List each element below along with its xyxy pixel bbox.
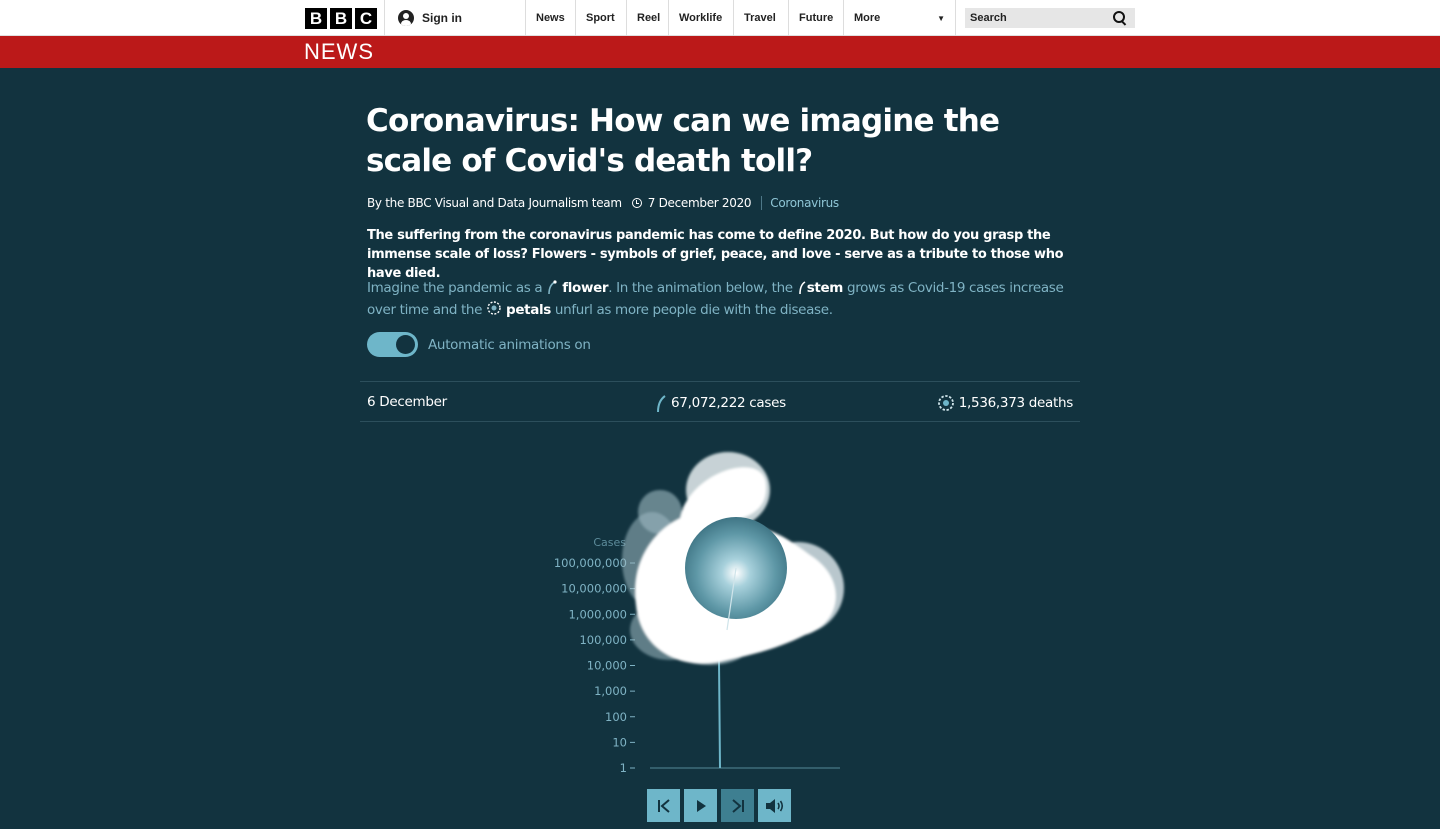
byline: By the BBC Visual and Data Journalism te… xyxy=(367,196,839,210)
flower-chart: Cases 100,000,00010,000,0001,000,000100,… xyxy=(554,452,844,775)
nav-more-dropdown[interactable]: More ▼ xyxy=(844,0,956,36)
animation-toggle[interactable] xyxy=(367,332,418,357)
skip-to-end-button[interactable] xyxy=(721,789,754,822)
news-logo[interactable]: NEWS xyxy=(304,39,374,65)
y-tick-label: 100 xyxy=(605,710,627,724)
petals-icon xyxy=(487,301,501,315)
caret-down-icon: ▼ xyxy=(937,13,945,23)
y-tick-label: 100,000 xyxy=(579,633,627,647)
stat-deaths: 1,536,373 deaths xyxy=(937,394,1073,412)
skip-back-icon xyxy=(657,798,670,813)
user-icon xyxy=(398,10,414,26)
bbc-logo[interactable]: B B C xyxy=(305,8,377,29)
restart-button[interactable] xyxy=(647,789,680,822)
publish-date: 7 December 2020 xyxy=(647,196,752,210)
global-navigation: B B C Sign in News Sport Reel Worklife T… xyxy=(0,0,1440,36)
play-button[interactable] xyxy=(684,789,717,822)
nav-worklife[interactable]: Worklife xyxy=(669,0,734,36)
explain-text: . In the animation below, the xyxy=(608,280,793,296)
stats-bar: 6 December 67,072,222 cases 1,536,373 de… xyxy=(360,381,1080,422)
deaths-count: 1,536,373 deaths xyxy=(958,395,1074,411)
stat-cases: 67,072,222 cases xyxy=(655,394,786,412)
stem-icon xyxy=(657,395,666,412)
petals-term: petals xyxy=(506,302,551,318)
toggle-knob xyxy=(396,335,415,354)
explain-text: Imagine the pandemic as a xyxy=(367,280,543,296)
playback-controls xyxy=(647,789,791,822)
flower-icon xyxy=(548,280,557,294)
petals-icon xyxy=(937,395,954,411)
search-input[interactable] xyxy=(970,12,1100,24)
animation-toggle-row[interactable]: Automatic animations on xyxy=(367,332,591,357)
search-box[interactable] xyxy=(965,8,1135,28)
topic-link[interactable]: Coronavirus xyxy=(770,196,839,210)
search-icon[interactable] xyxy=(1113,11,1127,25)
logo-letter: B xyxy=(305,8,327,29)
y-tick-label: 1 xyxy=(620,761,627,775)
nav-sport[interactable]: Sport xyxy=(576,0,627,36)
nav-future[interactable]: Future xyxy=(789,0,844,36)
sign-in-button[interactable]: Sign in xyxy=(384,0,526,36)
divider xyxy=(761,196,763,210)
y-tick-label: 100,000,000 xyxy=(554,556,627,570)
nav-more-label: More xyxy=(854,12,881,24)
sound-button[interactable] xyxy=(758,789,791,822)
volume-icon xyxy=(765,798,783,813)
logo-letter: B xyxy=(330,8,352,29)
toggle-label: Automatic animations on xyxy=(428,336,591,353)
y-tick-label: 10 xyxy=(612,735,627,749)
y-tick-label: 10,000,000 xyxy=(561,582,627,596)
sign-in-label: Sign in xyxy=(422,11,462,25)
y-tick-label: 10,000 xyxy=(587,659,627,673)
y-axis-ticks: 100,000,000 10,000,000 1,000,000 100,000 10,… xyxy=(554,556,635,775)
y-tick-label: 1,000 xyxy=(594,684,627,698)
stem-icon xyxy=(798,281,806,294)
news-banner: NEWS xyxy=(0,36,1440,68)
skip-forward-icon xyxy=(731,798,744,813)
intro-paragraph: The suffering from the coronavirus pande… xyxy=(367,228,1064,281)
play-icon xyxy=(696,799,706,812)
clock-icon xyxy=(631,198,642,208)
stem-term: stem xyxy=(806,280,844,296)
nav-links: News Sport Reel Worklife Travel Future M… xyxy=(526,0,956,36)
article-title: Coronavirus: How can we imagine the scal… xyxy=(366,103,1000,179)
author: By the BBC Visual and Data Journalism te… xyxy=(367,196,622,210)
explain-paragraph: Imagine the pandemic as a flower. In the… xyxy=(367,277,1082,321)
cases-count: 67,072,222 cases xyxy=(671,395,786,411)
stat-date: 6 December xyxy=(367,394,447,410)
nav-news[interactable]: News xyxy=(526,0,576,36)
flower-term: flower xyxy=(562,280,609,296)
logo-letter: C xyxy=(355,8,377,29)
nav-reel[interactable]: Reel xyxy=(627,0,669,36)
y-axis-label: Cases xyxy=(593,536,626,549)
y-tick-label: 1,000,000 xyxy=(568,607,627,621)
explain-text: unfurl as more people die with the disea… xyxy=(554,302,833,318)
nav-travel[interactable]: Travel xyxy=(734,0,789,36)
